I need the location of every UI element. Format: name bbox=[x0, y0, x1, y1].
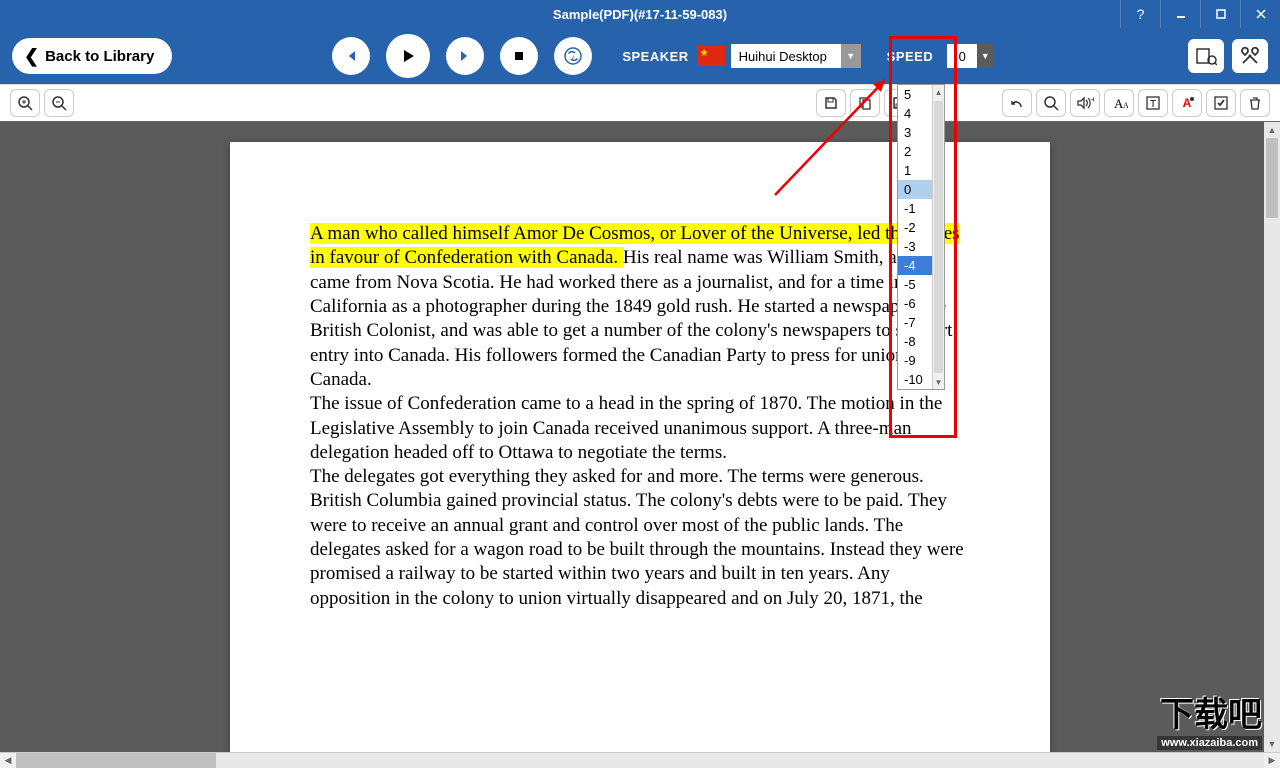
audio-convert-button[interactable]: ♪ bbox=[554, 37, 592, 75]
delete-button[interactable] bbox=[1240, 89, 1270, 117]
tools-button[interactable] bbox=[1232, 39, 1268, 73]
speaker-selector[interactable]: Huihui Desktop ▼ bbox=[697, 42, 861, 70]
maximize-button[interactable] bbox=[1200, 0, 1240, 28]
vscroll-thumb[interactable] bbox=[1266, 138, 1278, 218]
paragraph-1-rest: His real name was William Smith, and he … bbox=[310, 247, 952, 390]
document-text[interactable]: A man who called himself Amor De Cosmos,… bbox=[310, 222, 970, 611]
svg-text:+: + bbox=[1091, 95, 1094, 104]
speed-option[interactable]: 3 bbox=[898, 123, 932, 142]
speed-option[interactable]: 4 bbox=[898, 104, 932, 123]
titlebar: Sample(PDF)(#17-11-59-083) ? bbox=[0, 0, 1280, 28]
speed-option[interactable]: -8 bbox=[898, 332, 932, 351]
document-area: A man who called himself Amor De Cosmos,… bbox=[0, 122, 1280, 752]
close-button[interactable] bbox=[1240, 0, 1280, 28]
speaker-value: Huihui Desktop bbox=[731, 44, 841, 68]
highlight-button[interactable]: A bbox=[1172, 89, 1202, 117]
paragraph-2: The issue of Confederation came to a hea… bbox=[310, 393, 942, 463]
stop-button[interactable] bbox=[500, 37, 538, 75]
speed-option[interactable]: -4 bbox=[898, 256, 932, 275]
speed-option[interactable]: -2 bbox=[898, 218, 932, 237]
save-button[interactable] bbox=[816, 89, 846, 117]
speed-option[interactable]: -10 bbox=[898, 370, 932, 389]
speed-option[interactable]: 1 bbox=[898, 161, 932, 180]
speed-option[interactable]: 0 bbox=[898, 180, 932, 199]
play-button[interactable] bbox=[386, 34, 430, 78]
minimize-button[interactable] bbox=[1160, 0, 1200, 28]
speed-option[interactable]: -3 bbox=[898, 237, 932, 256]
zoom-out-button[interactable] bbox=[44, 89, 74, 117]
chevron-left-icon: ❮ bbox=[24, 46, 39, 67]
back-label: Back to Library bbox=[45, 48, 154, 65]
help-button[interactable]: ? bbox=[1120, 0, 1160, 28]
speed-value: 0 bbox=[947, 44, 977, 68]
speed-option[interactable]: -6 bbox=[898, 294, 932, 313]
previous-button[interactable] bbox=[332, 37, 370, 75]
scroll-thumb[interactable] bbox=[934, 101, 943, 373]
scroll-up-arrow[interactable]: ▲ bbox=[933, 85, 944, 99]
speed-option[interactable]: -7 bbox=[898, 313, 932, 332]
hscroll-thumb[interactable] bbox=[16, 753, 216, 768]
horizontal-scrollbar[interactable]: ◀ ▶ bbox=[0, 752, 1280, 768]
watermark-url: www.xiazaiba.com bbox=[1157, 736, 1262, 750]
speaker-dropdown-arrow[interactable]: ▼ bbox=[841, 44, 861, 68]
back-to-library-button[interactable]: ❮ Back to Library bbox=[12, 38, 172, 74]
paragraph-3: The delegates got everything they asked … bbox=[310, 466, 964, 609]
secondary-toolbar: + AA T A bbox=[0, 84, 1280, 122]
search-button[interactable] bbox=[1036, 89, 1066, 117]
speed-label: SPEED bbox=[887, 49, 934, 64]
svg-text:♪: ♪ bbox=[572, 54, 576, 61]
speed-option[interactable]: -1 bbox=[898, 199, 932, 218]
dropdown-scrollbar[interactable]: ▲ ▼ bbox=[932, 85, 944, 389]
watermark: 下载吧 www.xiazaiba.com bbox=[1157, 687, 1262, 750]
vertical-scrollbar[interactable]: ▲ ▼ bbox=[1264, 122, 1280, 752]
text-insert-button[interactable]: T bbox=[1138, 89, 1168, 117]
volume-button[interactable]: + bbox=[1070, 89, 1100, 117]
scroll-down-arrow[interactable]: ▼ bbox=[933, 375, 944, 389]
zoom-in-button[interactable] bbox=[10, 89, 40, 117]
next-button[interactable] bbox=[446, 37, 484, 75]
window-buttons: ? bbox=[1120, 0, 1280, 28]
speed-dropdown-arrow[interactable]: ▼ bbox=[977, 44, 993, 68]
scroll-up-icon[interactable]: ▲ bbox=[1264, 122, 1280, 138]
main-toolbar: ❮ Back to Library ♪ SPEAKER Huihui Deskt… bbox=[0, 28, 1280, 84]
svg-text:A: A bbox=[1123, 101, 1128, 110]
copy-button[interactable] bbox=[850, 89, 880, 117]
scroll-down-icon[interactable]: ▼ bbox=[1264, 736, 1280, 752]
text-size-button[interactable]: AA bbox=[1104, 89, 1134, 117]
speed-option[interactable]: -9 bbox=[898, 351, 932, 370]
speed-option[interactable]: 2 bbox=[898, 142, 932, 161]
china-flag-icon bbox=[697, 46, 725, 66]
check-button[interactable] bbox=[1206, 89, 1236, 117]
window-title: Sample(PDF)(#17-11-59-083) bbox=[553, 7, 727, 22]
speaker-label: SPEAKER bbox=[622, 49, 688, 64]
speed-option[interactable]: -5 bbox=[898, 275, 932, 294]
speed-selector[interactable]: 0 ▼ bbox=[947, 44, 993, 68]
scroll-right-icon[interactable]: ▶ bbox=[1264, 753, 1280, 768]
page-mode-button[interactable] bbox=[1188, 39, 1224, 73]
speed-option[interactable]: 5 bbox=[898, 85, 932, 104]
scroll-left-icon[interactable]: ◀ bbox=[0, 753, 16, 768]
speed-dropdown-list[interactable]: ▲ ▼ 543210-1-2-3-4-5-6-7-8-9-10 bbox=[897, 84, 945, 390]
watermark-text: 下载吧 bbox=[1157, 687, 1262, 736]
svg-text:T: T bbox=[1150, 99, 1156, 110]
undo-button[interactable] bbox=[1002, 89, 1032, 117]
